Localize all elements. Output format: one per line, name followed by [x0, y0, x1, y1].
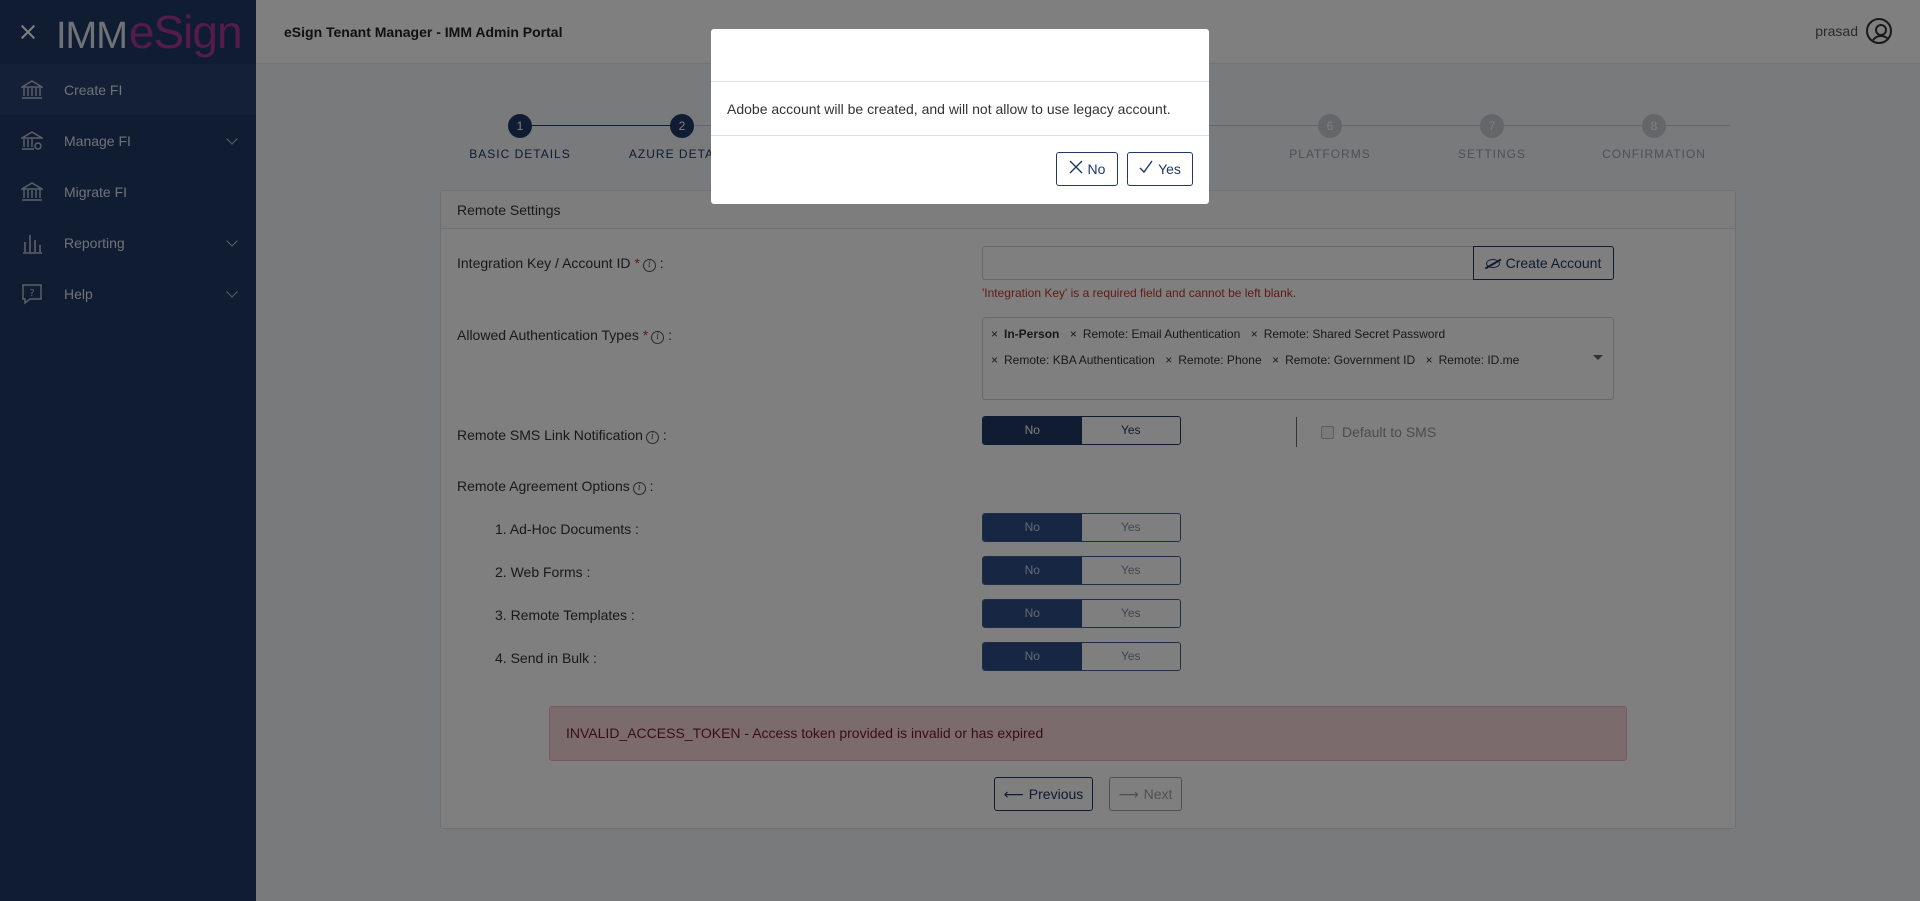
check-icon	[1139, 160, 1153, 178]
dialog-yes-label: Yes	[1158, 161, 1181, 177]
dialog-footer: No Yes	[711, 136, 1209, 203]
dialog-no-label: No	[1087, 161, 1106, 177]
dialog-no-button[interactable]: No	[1056, 152, 1118, 186]
dialog-message: Adobe account will be created, and will …	[711, 82, 1209, 136]
confirm-dialog: Adobe account will be created, and will …	[711, 29, 1209, 204]
dialog-yes-button[interactable]: Yes	[1127, 152, 1193, 186]
close-icon	[1069, 160, 1083, 178]
dialog-header	[711, 29, 1209, 82]
